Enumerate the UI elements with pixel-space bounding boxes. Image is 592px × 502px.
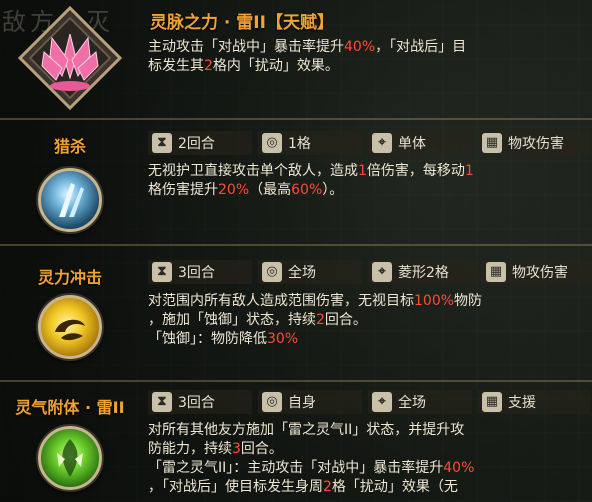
attr-range: ◎ 1格 xyxy=(258,131,362,155)
divider xyxy=(0,118,592,120)
skill-name: 灵气附体 · 雷II xyxy=(15,398,125,417)
desc-line: 对所有其他友方施加「雷之灵气II」状态，并提升攻 xyxy=(148,422,465,438)
desc-line: 「雷之灵气II」：主动攻击「对战中」暴击率提升40% xyxy=(148,460,475,476)
divider xyxy=(0,244,592,246)
aura-icon xyxy=(57,439,83,477)
desc-line: 「蚀御」：物防降低30% xyxy=(148,331,299,347)
target-icon: ⌖ xyxy=(372,262,392,282)
skill-attrs: ⧗ 3回合 ◎ 自身 ⌖ 全场 ▦ 支援 xyxy=(148,390,592,416)
skill-name-wrap: 灵力冲击 xyxy=(0,264,140,288)
divider xyxy=(0,380,592,382)
attr-type: ▦ 物攻伤害 xyxy=(478,131,590,155)
attr-cooldown: ⧗ 2回合 xyxy=(148,131,252,155)
talent-desc-line-2: 标发生其2格内「扰动」效果。 xyxy=(148,58,339,74)
attr-target: ⌖ 全场 xyxy=(368,390,472,414)
grid-icon: ▦ xyxy=(482,392,502,412)
attr-cooldown: ⧗ 3回合 xyxy=(148,260,252,284)
attr-range: ◎ 自身 xyxy=(258,390,362,414)
skill-description: 对所有其他友方施加「雷之灵气II」状态，并提升攻 防能力，持续3回合。 「雷之灵… xyxy=(148,421,474,497)
attr-type: ▦ 物攻伤害 xyxy=(482,260,592,284)
talent-name: 灵脉之力 · 雷II xyxy=(150,13,266,33)
desc-line: 防能力，持续3回合。 xyxy=(148,441,283,457)
talent-tag: 【天赋】 xyxy=(265,13,334,33)
attr-type: ▦ 支援 xyxy=(478,390,590,414)
talent-title: 灵脉之力 · 雷II【天赋】 xyxy=(150,8,334,33)
range-icon: ◎ xyxy=(262,392,282,412)
attr-cooldown: ⧗ 3回合 xyxy=(148,390,252,414)
desc-line: 无视护卫直接攻击单个敌人，造成1倍伤害，每移动1 xyxy=(148,163,474,179)
target-icon: ⌖ xyxy=(372,392,392,412)
target-icon: ⌖ xyxy=(372,133,392,153)
skill-description: 对范围内所有敌人造成范围伤害，无视目标100%物防 ，施加「蚀御」状态，持续2回… xyxy=(148,292,482,349)
skill-description: 无视护卫直接攻击单个敌人，造成1倍伤害，每移动1 格伤害提升20%（最高60%）… xyxy=(148,162,474,200)
skill-icon-spirit-possession[interactable] xyxy=(38,426,102,490)
skill-attrs: ⧗ 2回合 ◎ 1格 ⌖ 单体 ▦ 物攻伤害 xyxy=(148,131,592,157)
desc-line: ，施加「蚀御」状态，持续2回合。 xyxy=(148,312,367,328)
hourglass-icon: ⧗ xyxy=(152,262,172,282)
grid-icon: ▦ xyxy=(482,133,502,153)
hourglass-icon: ⧗ xyxy=(152,133,172,153)
desc-line: ，「对战后」使目标发生身周2格「扰动」效果（无 xyxy=(148,479,458,495)
claw-icon xyxy=(59,183,84,217)
hourglass-icon: ⧗ xyxy=(152,392,172,412)
range-icon: ◎ xyxy=(262,133,282,153)
grid-icon: ▦ xyxy=(486,262,506,282)
desc-line: 对范围内所有敌人造成范围伤害，无视目标100%物防 xyxy=(148,293,483,309)
swirl-icon xyxy=(55,319,85,341)
talent-desc-line-1: 主动攻击「对战中」暴击率提升40%，「对战后」目 xyxy=(148,39,467,55)
skill-name-wrap: 灵气附体 · 雷II xyxy=(0,394,142,418)
skill-icon-spirit-impact[interactable] xyxy=(38,295,102,359)
skill-icon-hunt[interactable] xyxy=(38,168,102,232)
skill-attrs: ⧗ 3回合 ◎ 全场 ⌖ 菱形2格 ▦ 物攻伤害 xyxy=(148,260,592,286)
skill-name: 灵力冲击 xyxy=(37,268,102,287)
talent-description: 主动攻击「对战中」暴击率提升40%，「对战后」目 标发生其2格内「扰动」效果。 xyxy=(148,38,466,76)
range-icon: ◎ xyxy=(262,262,282,282)
desc-line: 格伤害提升20%（最高60%）。 xyxy=(148,182,344,198)
attr-range: ◎ 全场 xyxy=(258,260,362,284)
attr-target: ⌖ 菱形2格 xyxy=(368,260,478,284)
skill-name-wrap: 猎杀 xyxy=(0,133,140,157)
skill-name: 猎杀 xyxy=(53,137,86,156)
attr-target: ⌖ 单体 xyxy=(368,131,472,155)
talent-emblem-icon[interactable] xyxy=(16,4,124,112)
